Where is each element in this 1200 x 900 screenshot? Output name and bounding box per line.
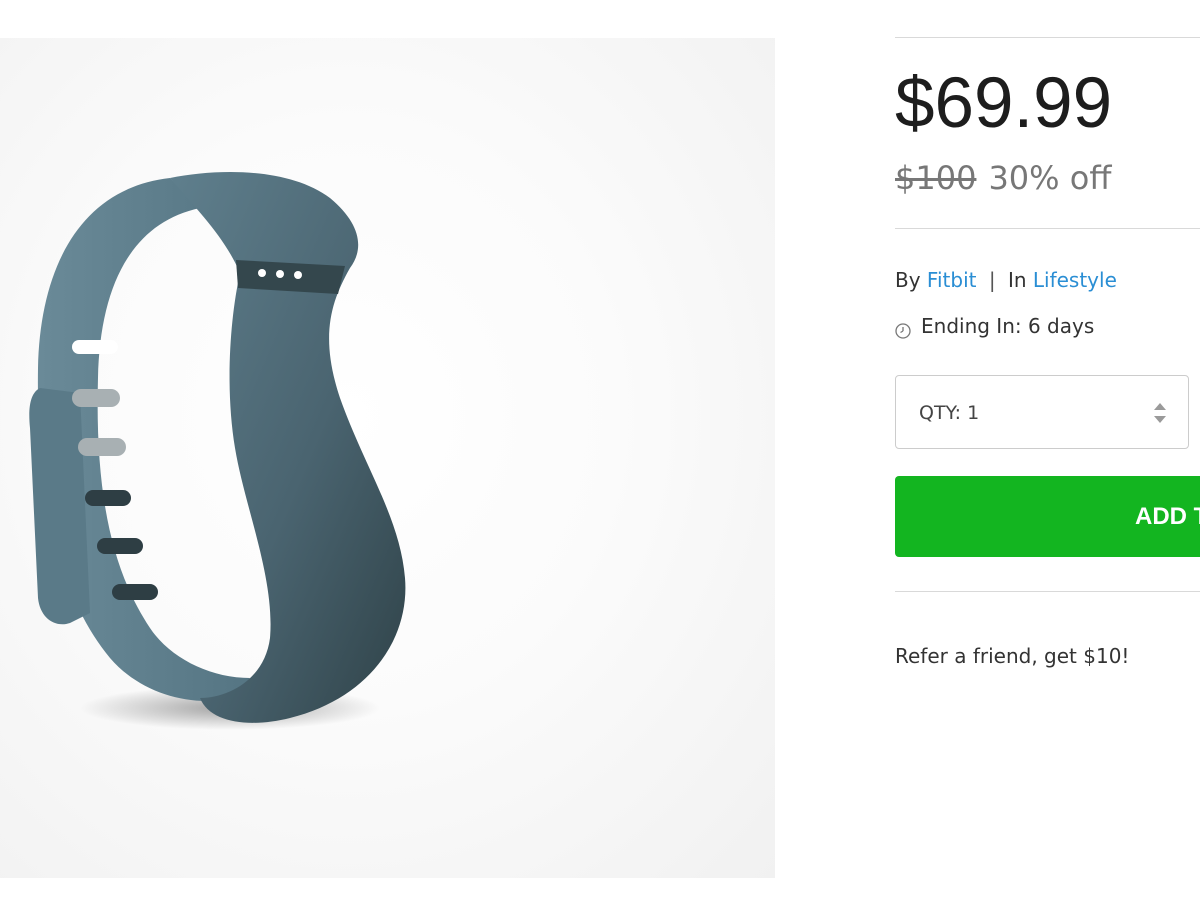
discount-label: 30% off [988,159,1112,197]
product-page: $69.99 $100 30% off By Fitbit | In Lifest… [0,0,1200,900]
divider [895,37,1200,38]
add-to-cart-label: ADD T [1135,503,1200,530]
brand-link[interactable]: Fitbit [927,268,977,292]
add-to-cart-button[interactable]: ADD T [895,476,1200,557]
product-image [0,38,775,878]
quantity-label: QTY: 1 [919,402,980,424]
product-meta: By Fitbit | In Lifestyle [895,266,1117,294]
clock-icon [895,318,911,339]
in-label: In [1007,268,1027,292]
divider [895,591,1200,592]
quantity-select[interactable]: QTY: 1 [895,375,1189,449]
ending-text: Ending In: 6 days [921,314,1095,338]
meta-separator: | [988,268,996,292]
fitbit-band-illustration [29,172,406,730]
product-info-panel: $69.99 $100 30% off By Fitbit | In Lifest… [895,0,1200,900]
refer-a-friend[interactable]: Refer a friend, get $10! [895,642,1129,670]
price-comparison: $100 30% off [895,156,1111,200]
by-label: By [895,268,921,292]
category-link[interactable]: Lifestyle [1033,268,1117,292]
stepper-icon[interactable] [1152,400,1168,426]
current-price: $69.99 [895,64,1113,143]
original-price: $100 [895,159,977,197]
ending-countdown: Ending In: 6 days [895,312,1094,340]
divider [895,228,1200,229]
